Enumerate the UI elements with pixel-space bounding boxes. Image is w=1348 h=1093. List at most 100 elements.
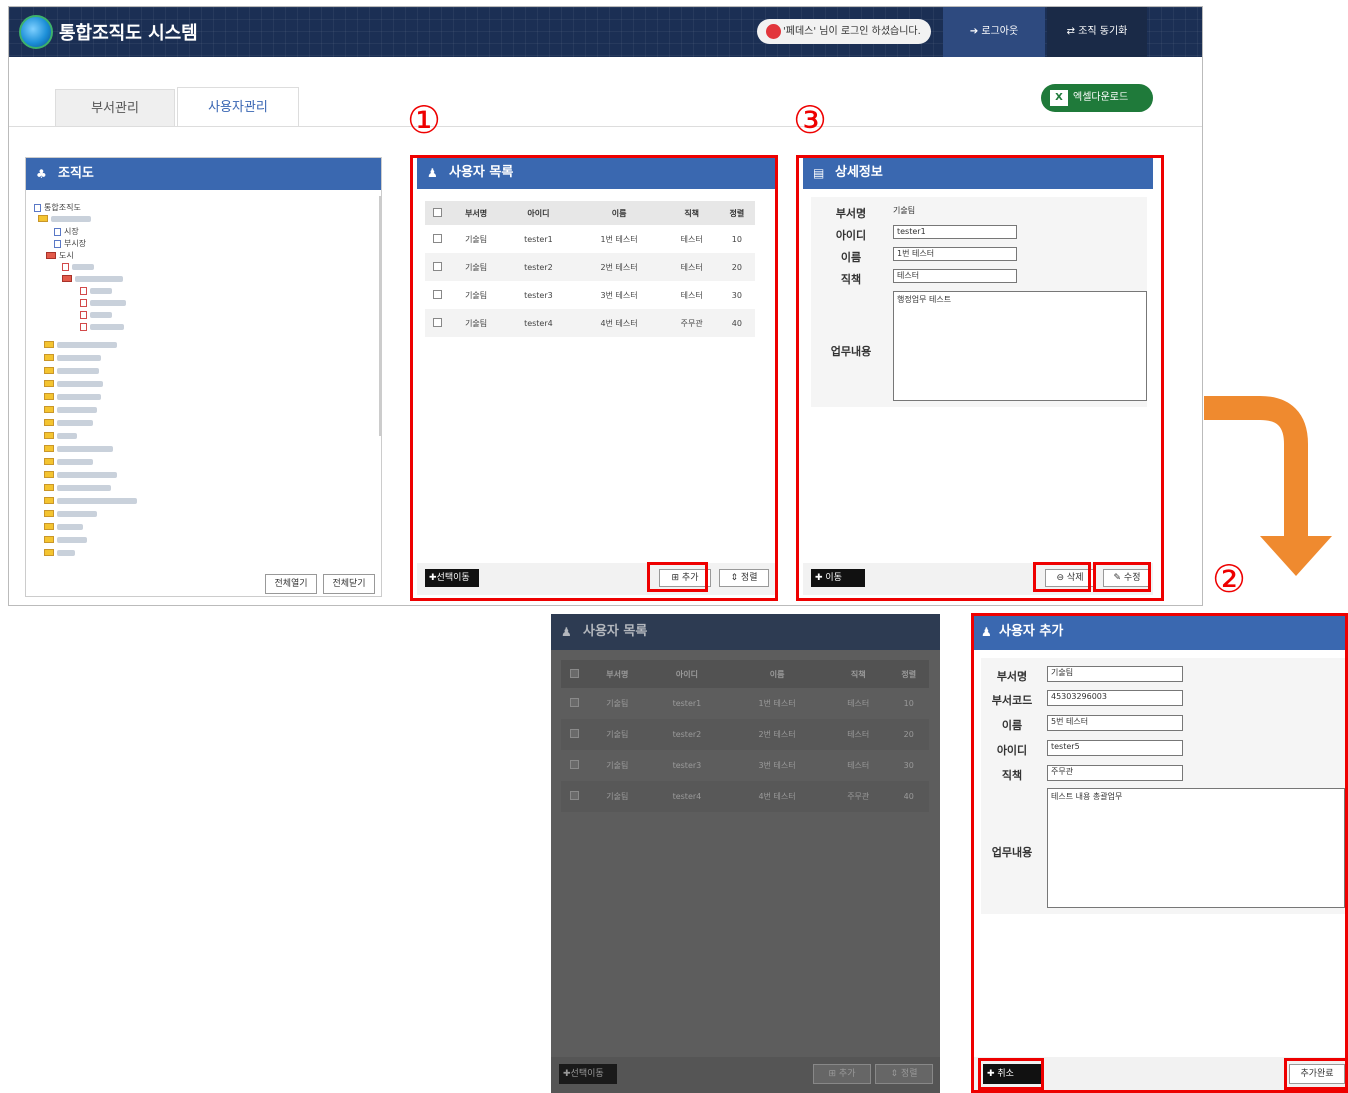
cell-dept: 기술팀 [587, 719, 648, 750]
tree-node[interactable] [44, 366, 99, 378]
dimmed-user-list-header: ♟ 사용자 목록 [551, 614, 940, 650]
tree-node[interactable] [44, 405, 97, 417]
tree-node[interactable]: 도시 [46, 250, 74, 262]
tree-root[interactable]: 통합조직도 [34, 202, 81, 214]
select-all-cell [561, 660, 587, 688]
tree-node[interactable] [44, 496, 137, 508]
blurred-label [90, 299, 126, 306]
tab-department[interactable]: 부서관리 [55, 89, 175, 127]
blurred-label [51, 215, 91, 222]
tree-node[interactable] [44, 483, 111, 495]
user-icon [766, 24, 781, 39]
row-select-cell [561, 688, 587, 719]
cell-name: 2번 테스터 [726, 719, 828, 750]
excel-icon: X [1050, 90, 1068, 106]
dimmed-sort-button: ⇕ 정렬 [875, 1064, 933, 1084]
tree-node[interactable] [80, 310, 112, 322]
tree-node[interactable]: 부시장 [54, 238, 86, 250]
tree-node[interactable] [44, 470, 117, 482]
cell-order: 10 [888, 688, 929, 719]
row-checkbox [569, 729, 579, 738]
tree-node[interactable]: 시장 [54, 226, 79, 238]
tab-divider [9, 126, 1202, 127]
folder-icon [44, 536, 54, 543]
flow-arrow [1204, 396, 1332, 576]
tree-node[interactable] [44, 392, 101, 404]
cell-position: 테스터 [827, 719, 889, 750]
row-checkbox [569, 791, 579, 800]
folder-icon [44, 432, 54, 439]
globe-logo-icon [19, 15, 53, 49]
users-icon: ♟ [561, 625, 572, 639]
folder-icon [44, 445, 54, 452]
folder-icon [44, 458, 54, 465]
cell-id: tester2 [647, 719, 727, 750]
table-row: 기술팀 tester2 2번 테스터 테스터 20 [561, 719, 929, 750]
tree-scrollbar[interactable] [379, 196, 382, 436]
tree-node[interactable] [44, 535, 87, 547]
table-row: 기술팀 tester4 4번 테스터 주무관 40 [561, 781, 929, 812]
cell-position: 주무관 [827, 781, 889, 812]
blurred-label [90, 323, 124, 330]
org-chart-header: ♣ 조직도 [26, 158, 381, 190]
tab-user-management[interactable]: 사용자관리 [177, 87, 299, 127]
org-tree[interactable]: 통합조직도 시장 부시장 도시 [34, 198, 374, 558]
column-header: 이름 [726, 660, 828, 688]
expand-all-button[interactable]: 전체열기 [265, 574, 317, 594]
blurred-label [90, 311, 112, 318]
sync-button[interactable]: ⇄ 조직 동기화 [1047, 7, 1147, 57]
cell-dept: 기술팀 [587, 750, 648, 781]
blurred-label [57, 484, 111, 491]
logout-button[interactable]: ➔ 로그아웃 [943, 7, 1045, 57]
plus-icon: ✚ [563, 1069, 571, 1079]
blurred-label [72, 263, 94, 270]
folder-icon [44, 406, 54, 413]
collapse-all-button[interactable]: 전체닫기 [323, 574, 375, 594]
login-status: '페데스' 님이 로그인 하셨습니다. [757, 19, 931, 44]
tree-node[interactable] [44, 444, 113, 456]
tree-node[interactable] [62, 262, 94, 274]
org-chart-title: 조직도 [58, 166, 94, 181]
folder-icon [44, 523, 54, 530]
tree-node[interactable] [44, 340, 117, 352]
tree-node[interactable] [44, 548, 75, 560]
tree-node[interactable] [38, 214, 91, 226]
tree-node[interactable] [80, 322, 124, 334]
document-icon [62, 262, 69, 271]
cell-id: tester4 [647, 781, 727, 812]
org-chart-panel: ♣ 조직도 통합조직도 시장 부시장 도시 전체열기 전체닫기 [25, 157, 382, 597]
tree-node[interactable] [44, 379, 103, 391]
document-icon [80, 298, 87, 307]
dimmed-move-selected-label: 선택이동 [570, 1069, 604, 1079]
logout-icon: ➔ [969, 26, 982, 37]
tree-node[interactable] [44, 509, 97, 521]
tree-node[interactable] [80, 286, 112, 298]
tree-node-label: 시장 [64, 227, 79, 236]
tree-node[interactable] [44, 522, 83, 534]
folder-icon [44, 393, 54, 400]
step-marker-2: ② [1212, 557, 1247, 601]
logout-label: 로그아웃 [981, 26, 1019, 37]
blurred-label [57, 419, 93, 426]
cell-name: 4번 테스터 [726, 781, 828, 812]
dimmed-table-wrap: 부서명 아이디 이름 직책 정렬 기술팀 tester1 1번 테스터 테스터 … [561, 660, 929, 812]
highlight-edit-button [1093, 562, 1151, 592]
tree-node[interactable] [44, 431, 77, 443]
tree-node-label: 도시 [59, 251, 74, 260]
dimmed-sort-label: 정렬 [900, 1069, 918, 1079]
tree-node[interactable] [44, 418, 93, 430]
dimmed-user-list-title: 사용자 목록 [583, 624, 648, 639]
folder-icon [44, 419, 54, 426]
dimmed-add-button: ⊞ 추가 [813, 1064, 871, 1084]
blurred-label [57, 341, 117, 348]
highlight-user-list [410, 155, 778, 601]
tree-node[interactable] [80, 298, 126, 310]
row-select-cell [561, 750, 587, 781]
tree-node[interactable] [44, 353, 101, 365]
blurred-label [57, 549, 75, 556]
document-icon [54, 239, 61, 248]
add-icon: ⊞ [828, 1069, 839, 1079]
tree-node[interactable] [44, 457, 93, 469]
cell-name: 1번 테스터 [726, 688, 828, 719]
tree-node[interactable] [62, 274, 123, 286]
